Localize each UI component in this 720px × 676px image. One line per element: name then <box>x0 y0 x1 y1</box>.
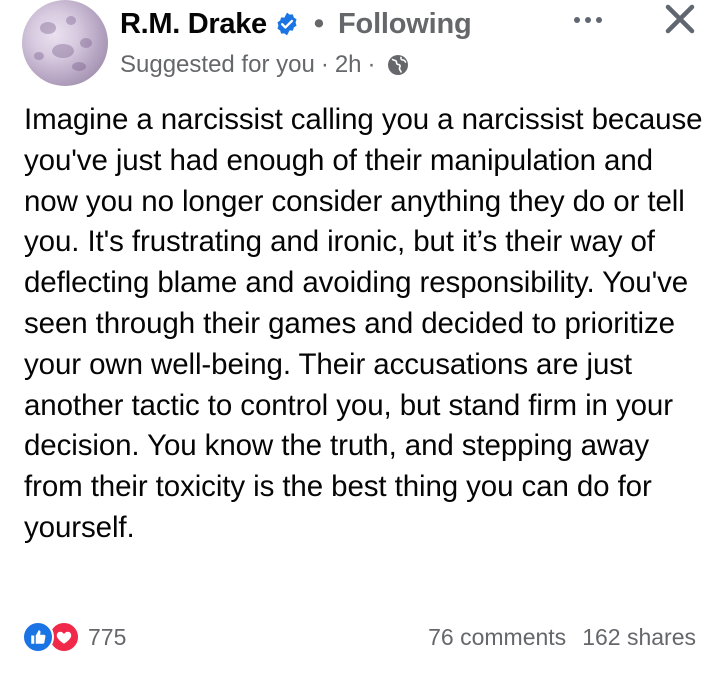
header-name-row: R.M. Drake • Following <box>120 4 472 44</box>
shares-count-link[interactable]: 162 shares <box>582 624 696 651</box>
reaction-count: 775 <box>88 623 127 650</box>
more-dots-icon <box>574 17 580 23</box>
post-body-text: Imagine a narcissist calling you a narci… <box>24 103 703 544</box>
post-meta: Suggested for you · 2h · <box>120 48 410 82</box>
close-icon[interactable] <box>660 0 700 40</box>
engagement-counts: 76 comments 162 shares <box>428 620 696 654</box>
author-avatar[interactable] <box>22 0 108 86</box>
suggested-label: Suggested for you <box>120 51 315 78</box>
more-options-button[interactable] <box>566 6 610 34</box>
meta-separator: · <box>367 51 376 78</box>
post-card: R.M. Drake • Following Suggested for you… <box>0 0 720 676</box>
meta-separator: · <box>320 51 329 78</box>
reaction-summary[interactable]: 775 <box>22 620 126 654</box>
comments-count-link[interactable]: 76 comments <box>428 624 566 651</box>
author-name[interactable]: R.M. Drake <box>120 8 267 41</box>
following-button[interactable]: Following <box>338 8 472 41</box>
post-timestamp[interactable]: 2h <box>335 51 362 79</box>
like-icon <box>22 621 54 653</box>
verified-badge-icon <box>274 11 300 37</box>
header-separator: • <box>313 7 325 40</box>
globe-icon <box>386 53 410 77</box>
